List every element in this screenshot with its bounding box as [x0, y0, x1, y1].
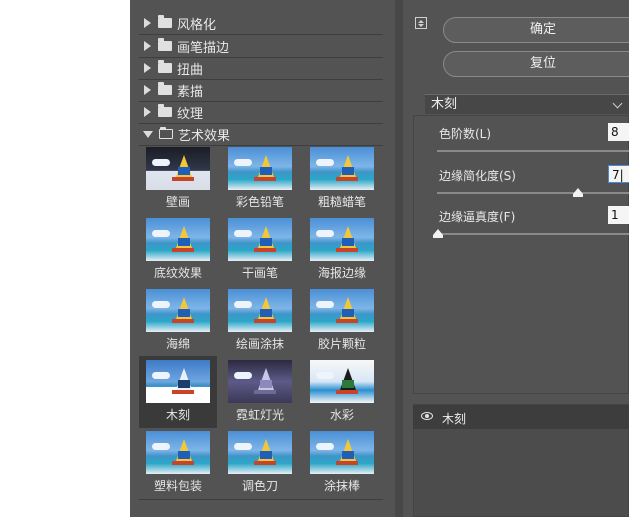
folder-icon — [158, 15, 172, 28]
filter-thumbnail[interactable]: 调色刀 — [221, 427, 299, 499]
filter-preview-image — [228, 289, 292, 332]
folder-icon — [158, 104, 172, 117]
parameter-box — [413, 115, 629, 394]
filter-preview-image — [310, 360, 374, 403]
folder-icon — [158, 60, 172, 73]
filter-preview-image — [228, 218, 292, 261]
folder-row[interactable]: 纹理 — [139, 101, 383, 124]
filter-label: 底纹效果 — [153, 266, 202, 280]
filter-thumbnail[interactable]: 绘画涂抹 — [221, 285, 299, 357]
filter-preview-image — [310, 147, 374, 190]
caret-right-icon[interactable] — [144, 41, 151, 51]
param-label-levels: 色阶数(L) — [439, 127, 492, 141]
chevron-down-icon — [612, 98, 623, 109]
filter-preview-image — [228, 431, 292, 474]
filter-select-dropdown[interactable]: 木刻 — [425, 94, 629, 114]
filter-preview-image — [146, 431, 210, 474]
param-input-levels[interactable]: 8 — [608, 123, 629, 141]
filter-preview-image — [228, 360, 292, 403]
filter-label: 粗糙蜡笔 — [317, 195, 366, 209]
param-input-simplicity[interactable]: 7| — [608, 165, 629, 183]
list-bottom-edge — [139, 499, 383, 518]
filter-thumbnail[interactable]: 塑料包装 — [139, 427, 217, 499]
filter-label: 壁画 — [165, 195, 190, 209]
filter-label: 海报边缘 — [317, 266, 366, 280]
folder-icon — [158, 82, 172, 95]
slider-track-levels[interactable] — [437, 150, 629, 152]
filter-label: 塑料包装 — [153, 479, 202, 493]
folder-row[interactable]: 扭曲 — [139, 57, 383, 80]
filter-thumbnail[interactable]: 水彩 — [303, 356, 381, 428]
ok-button[interactable]: 确定 — [443, 17, 629, 43]
folder-open-icon — [159, 127, 173, 139]
filter-label: 霓虹灯光 — [235, 408, 284, 422]
collapse-toggle-icon[interactable] — [415, 17, 427, 29]
slider-track-fidelity[interactable] — [437, 233, 629, 235]
folder-row[interactable]: 画笔描边 — [139, 35, 383, 58]
filter-label: 胶片颗粒 — [317, 337, 366, 351]
slider-thumb-fidelity[interactable] — [433, 229, 443, 238]
folder-label: 素描 — [177, 84, 204, 100]
param-label-simplicity: 边缘简化度(S) — [439, 169, 516, 183]
filter-preview-image — [310, 289, 374, 332]
folder-label: 风格化 — [177, 17, 217, 33]
filter-thumbnail[interactable]: 粗糙蜡笔 — [303, 143, 381, 215]
slider-track-simplicity[interactable] — [437, 192, 629, 194]
filter-thumbnail[interactable]: 涂抹棒 — [303, 427, 381, 499]
eye-icon[interactable] — [421, 412, 433, 420]
filter-thumbnail[interactable]: 海绵 — [139, 285, 217, 357]
caret-right-icon[interactable] — [144, 63, 151, 73]
filter-thumbnail[interactable]: 木刻 — [139, 356, 217, 428]
filter-preview-image — [310, 431, 374, 474]
param-label-fidelity: 边缘逼真度(F) — [439, 210, 516, 224]
filter-preview-image — [146, 218, 210, 261]
filter-label: 涂抹棒 — [323, 479, 360, 493]
filter-preview-image — [146, 147, 210, 190]
filter-thumbnail[interactable]: 霓虹灯光 — [221, 356, 299, 428]
caret-right-icon[interactable] — [144, 18, 151, 28]
filter-label: 水彩 — [329, 408, 354, 422]
pane-divider — [395, 0, 403, 517]
folder-label: 艺术效果 — [178, 128, 231, 144]
filter-preview-image — [310, 218, 374, 261]
caret-right-icon[interactable] — [144, 107, 151, 117]
filter-thumbnail[interactable]: 壁画 — [139, 143, 217, 215]
filter-select-value: 木刻 — [431, 97, 458, 112]
folder-label: 画笔描边 — [177, 40, 230, 56]
filter-preview-image — [146, 360, 210, 403]
folder-label: 扭曲 — [177, 62, 204, 78]
slider-thumb-simplicity[interactable] — [573, 188, 583, 197]
filter-label: 海绵 — [165, 337, 190, 351]
filter-thumbnail[interactable]: 胶片颗粒 — [303, 285, 381, 357]
filter-label: 调色刀 — [241, 479, 278, 493]
filter-thumbnail[interactable]: 海报边缘 — [303, 214, 381, 286]
filter-thumbnail[interactable]: 干画笔 — [221, 214, 299, 286]
folder-label: 纹理 — [177, 106, 204, 122]
param-input-fidelity[interactable]: 1 — [608, 206, 629, 224]
caret-right-icon[interactable] — [144, 85, 151, 95]
folder-icon — [158, 38, 172, 51]
filter-label: 木刻 — [165, 408, 190, 422]
filter-thumbnail[interactable]: 彩色铅笔 — [221, 143, 299, 215]
folder-row[interactable]: 风格化 — [139, 12, 383, 35]
caret-down-icon[interactable] — [143, 130, 153, 138]
filter-label: 绘画涂抹 — [235, 337, 284, 351]
filter-label: 彩色铅笔 — [235, 195, 284, 209]
filter-preview-image — [228, 147, 292, 190]
filter-thumbnail[interactable]: 底纹效果 — [139, 214, 217, 286]
reset-button[interactable]: 复位 — [443, 51, 629, 77]
filter-label: 干画笔 — [241, 266, 278, 280]
effect-layer-label: 木刻 — [442, 412, 467, 426]
folder-row[interactable]: 素描 — [139, 79, 383, 102]
filter-preview-image — [146, 289, 210, 332]
